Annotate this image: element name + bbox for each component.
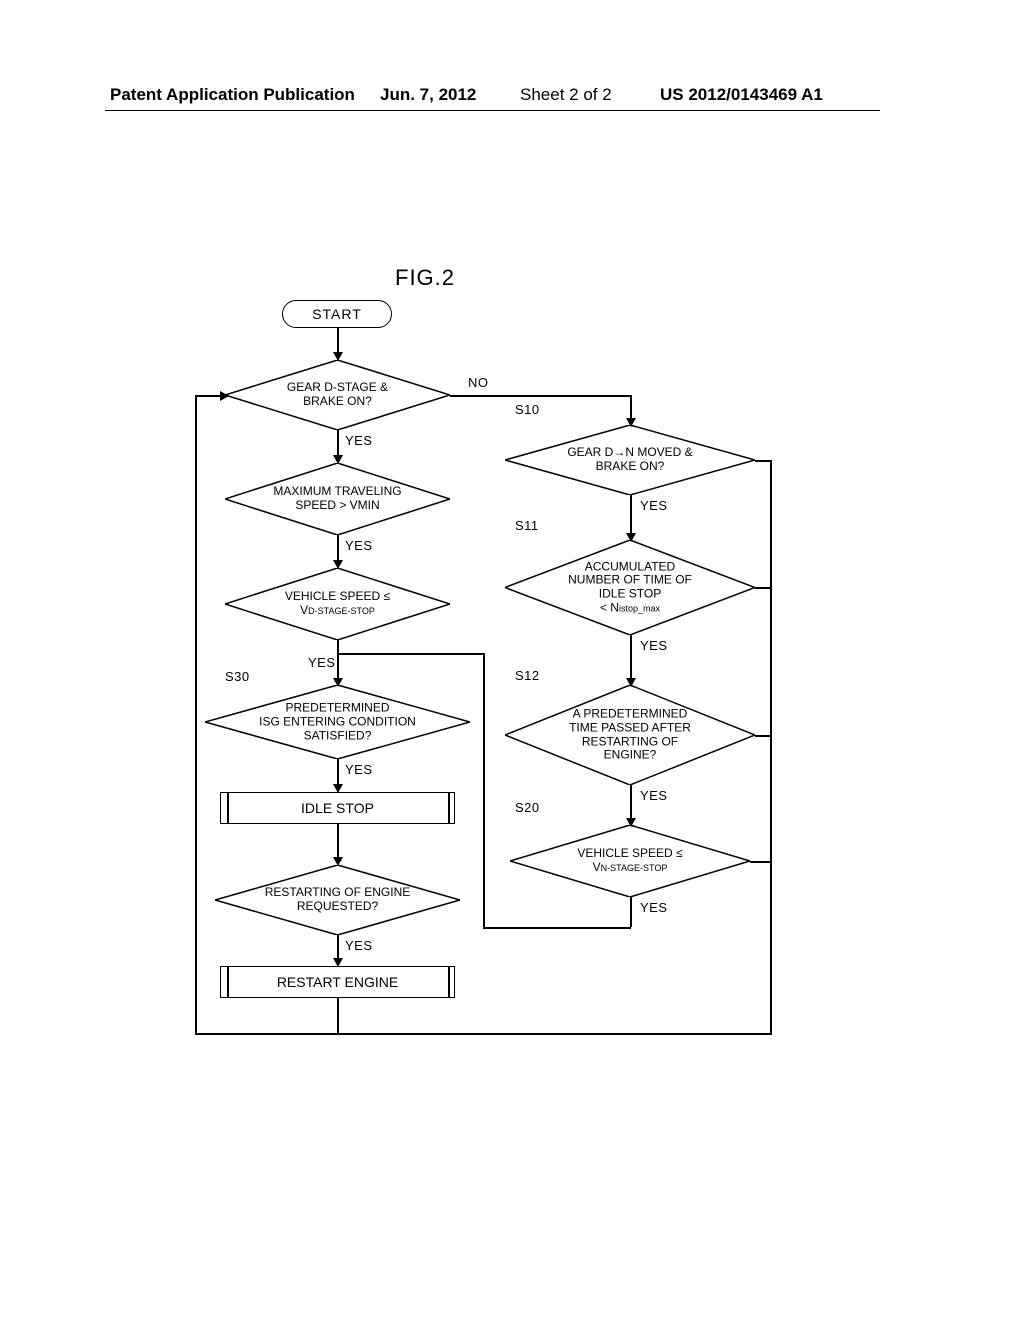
start-text: START bbox=[312, 306, 362, 322]
connector bbox=[630, 897, 632, 927]
idle-stop-text: IDLE STOP bbox=[301, 800, 374, 816]
decision-isg-condition: PREDETERMINED ISG ENTERING CONDITION SAT… bbox=[205, 685, 470, 759]
stripe bbox=[227, 966, 229, 998]
restart-text: RESTART ENGINE bbox=[277, 974, 398, 990]
d10-line1: GEAR D→N MOVED & bbox=[567, 445, 692, 459]
yes-label: YES bbox=[308, 655, 336, 670]
d3-sub: D-STAGE-STOP bbox=[308, 606, 375, 616]
d4-a: PREDETERMINED bbox=[285, 700, 389, 714]
decision-veh-speed-n: VEHICLE SPEED ≤ VN-STAGE-STOP bbox=[510, 825, 750, 897]
connector bbox=[337, 1033, 771, 1035]
connector bbox=[450, 395, 630, 397]
yes-label: YES bbox=[640, 788, 668, 803]
s11-label: S11 bbox=[515, 518, 539, 533]
publication-date: Jun. 7, 2012 bbox=[380, 85, 476, 105]
d10-line2: BRAKE ON? bbox=[596, 459, 665, 473]
connector bbox=[483, 927, 631, 929]
d11-b: NUMBER OF TIME OF bbox=[568, 573, 692, 587]
decision-veh-speed-d: VEHICLE SPEED ≤ VD-STAGE-STOP bbox=[225, 568, 450, 640]
flowchart-canvas: START GEAR D-STAGE & BRAKE ON? NO S10 GE… bbox=[200, 290, 780, 1120]
yes-label: YES bbox=[345, 538, 373, 553]
d5-l1: RESTARTING OF ENGINE bbox=[265, 885, 411, 899]
decision-max-speed: MAXIMUM TRAVELING SPEED > VMIN bbox=[225, 463, 450, 535]
d12-l1: A PREDETERMINED bbox=[573, 706, 688, 720]
process-restart-engine: RESTART ENGINE bbox=[220, 966, 455, 998]
d3-v: V bbox=[300, 603, 308, 617]
yes-label: YES bbox=[640, 638, 668, 653]
connector bbox=[750, 861, 770, 863]
d12-l3: RESTARTING OF bbox=[582, 734, 678, 748]
decision-time-passed: A PREDETERMINED TIME PASSED AFTER RESTAR… bbox=[505, 685, 755, 785]
header-rule bbox=[105, 110, 880, 111]
d20-v: V bbox=[593, 860, 601, 874]
stripe bbox=[227, 792, 229, 824]
no-label: NO bbox=[468, 375, 489, 390]
connector bbox=[337, 998, 339, 1033]
yes-label: YES bbox=[640, 498, 668, 513]
connector bbox=[337, 653, 484, 655]
s30-label: S30 bbox=[225, 669, 250, 684]
start-node: START bbox=[282, 300, 392, 328]
arrowhead-icon bbox=[220, 391, 229, 401]
d2-line1: MAXIMUM TRAVELING bbox=[273, 484, 401, 498]
d5-l2: REQUESTED? bbox=[297, 899, 378, 913]
connector bbox=[483, 653, 485, 928]
process-idle-stop: IDLE STOP bbox=[220, 792, 455, 824]
s12-label: S12 bbox=[515, 668, 540, 683]
connector bbox=[630, 495, 632, 537]
yes-label: YES bbox=[345, 762, 373, 777]
yes-label: YES bbox=[345, 938, 373, 953]
arrowhead-icon bbox=[626, 418, 636, 427]
d3-line1: VEHICLE SPEED ≤ bbox=[285, 589, 390, 603]
connector bbox=[195, 395, 197, 1034]
yes-label: YES bbox=[345, 433, 373, 448]
d4-b: ISG ENTERING CONDITION bbox=[259, 714, 416, 728]
connector bbox=[770, 460, 772, 1035]
connector bbox=[755, 735, 770, 737]
d20-line1: VEHICLE SPEED ≤ bbox=[577, 846, 682, 860]
d1-line1: GEAR D-STAGE & bbox=[287, 380, 388, 394]
d11-sub: istop_max bbox=[619, 603, 660, 613]
connector bbox=[755, 587, 770, 589]
d11-d: < N bbox=[600, 600, 619, 614]
sheet-number: Sheet 2 of 2 bbox=[520, 85, 612, 105]
connector bbox=[195, 1033, 338, 1035]
yes-label: YES bbox=[640, 900, 668, 915]
d20-sub: N-STAGE-STOP bbox=[601, 863, 668, 873]
decision-accum-count: ACCUMULATED NUMBER OF TIME OF IDLE STOP … bbox=[505, 540, 755, 635]
d4-c: SATISFIED? bbox=[304, 728, 372, 742]
d1-line2: BRAKE ON? bbox=[303, 394, 372, 408]
d11-a: ACCUMULATED bbox=[585, 559, 675, 573]
figure-label: FIG.2 bbox=[395, 265, 455, 291]
d12-l2: TIME PASSED AFTER bbox=[569, 720, 691, 734]
stripe bbox=[448, 792, 450, 824]
connector bbox=[337, 640, 339, 653]
decision-gear-d-brake: GEAR D-STAGE & BRAKE ON? bbox=[225, 360, 450, 430]
us-number: US 2012/0143469 A1 bbox=[660, 85, 823, 105]
d12-l4: ENGINE? bbox=[604, 748, 657, 762]
s10-label: S10 bbox=[515, 402, 540, 417]
d11-c: IDLE STOP bbox=[599, 587, 661, 601]
connector bbox=[755, 460, 770, 462]
decision-d-to-n: GEAR D→N MOVED & BRAKE ON? bbox=[505, 425, 755, 495]
s20-label: S20 bbox=[515, 800, 540, 815]
decision-restart-requested: RESTARTING OF ENGINE REQUESTED? bbox=[215, 865, 460, 935]
d2-line2: SPEED > VMIN bbox=[295, 498, 379, 512]
connector bbox=[630, 635, 632, 683]
stripe bbox=[448, 966, 450, 998]
publication-text: Patent Application Publication bbox=[110, 85, 355, 105]
